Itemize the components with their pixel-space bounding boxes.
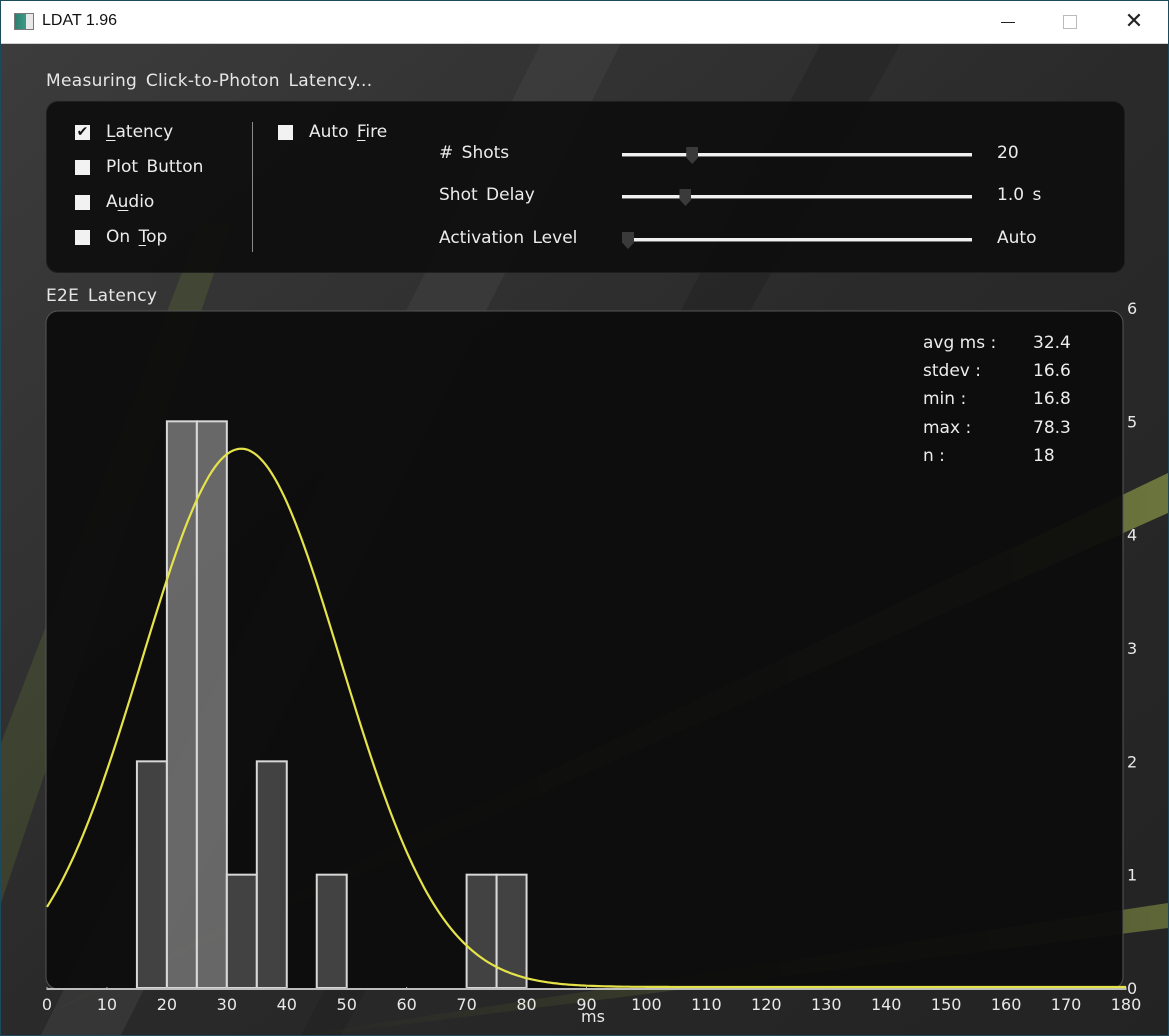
stat-n-value: 18 (1033, 446, 1055, 466)
y-tick-label: 2 (1127, 752, 1137, 771)
stat-n-label: n : (923, 446, 945, 466)
latency-histogram-chart: 0 10 20 30 40 50 60 70 80 90 100 110 120 130 140 150 160… (42, 299, 1141, 1026)
stat-min-value: 16.8 (1033, 389, 1071, 409)
x-tick-label: 160 (991, 995, 1022, 1014)
window-title: LDAT 1.96 (42, 12, 118, 29)
x-tick-label: 140 (871, 995, 902, 1014)
histogram-bar (195, 420, 228, 990)
close-icon: ✕ (1124, 9, 1144, 34)
x-tick-label: 50 (337, 995, 357, 1014)
x-tick-label: 120 (751, 995, 782, 1014)
maximize-button[interactable] (1039, 1, 1101, 43)
x-tick-label: 40 (277, 995, 297, 1014)
x-tick-label: 150 (931, 995, 962, 1014)
stat-stdev-value: 16.6 (1033, 361, 1071, 381)
x-tick-label: 110 (691, 995, 722, 1014)
x-tick-label: 20 (157, 995, 177, 1014)
maximize-icon (1063, 15, 1077, 29)
app-icon (14, 13, 34, 30)
y-tick-label: 3 (1127, 639, 1137, 658)
stat-max-label: max : (923, 418, 971, 438)
stat-avg-value: 32.4 (1033, 333, 1071, 353)
histogram-bar (255, 760, 288, 989)
x-tick-label: 100 (631, 995, 662, 1014)
y-tick-label: 6 (1127, 299, 1137, 318)
stat-stdev-label: stdev : (923, 361, 981, 381)
close-button[interactable]: ✕ (1103, 1, 1165, 43)
title-bar: LDAT 1.96 ✕ (1, 1, 1168, 44)
x-tick-label: 80 (516, 995, 536, 1014)
x-tick-label: 170 (1051, 995, 1082, 1014)
x-tick-label: 70 (456, 995, 476, 1014)
x-tick-label: 60 (396, 995, 416, 1014)
y-tick-label: 0 (1127, 979, 1137, 998)
histogram-bar (495, 873, 528, 990)
x-tick-label: 30 (217, 995, 237, 1014)
stat-min-label: min : (923, 389, 966, 409)
y-axis-ticks: 0 1 2 3 4 5 6 (1127, 299, 1137, 998)
stat-max-value: 78.3 (1033, 418, 1071, 438)
histogram-bar (135, 760, 168, 989)
histogram-bar (315, 873, 348, 990)
app-window: LDAT 1.96 ✕ Measuring Click-to-Photon La… (1, 1, 1168, 1035)
y-tick-label: 4 (1127, 526, 1137, 545)
minimize-button[interactable] (977, 1, 1039, 43)
minimize-icon (1001, 21, 1015, 23)
x-tick-label: 10 (97, 995, 117, 1014)
x-axis-label: ms (581, 1007, 605, 1026)
x-tick-label: 0 (42, 995, 52, 1014)
stat-avg-label: avg ms : (923, 333, 996, 353)
y-tick-label: 1 (1127, 866, 1137, 885)
histogram-bar (225, 873, 258, 990)
x-tick-label: 130 (811, 995, 842, 1014)
histogram-bar (465, 873, 498, 990)
y-tick-label: 5 (1127, 412, 1137, 431)
histogram-bar (165, 420, 198, 990)
